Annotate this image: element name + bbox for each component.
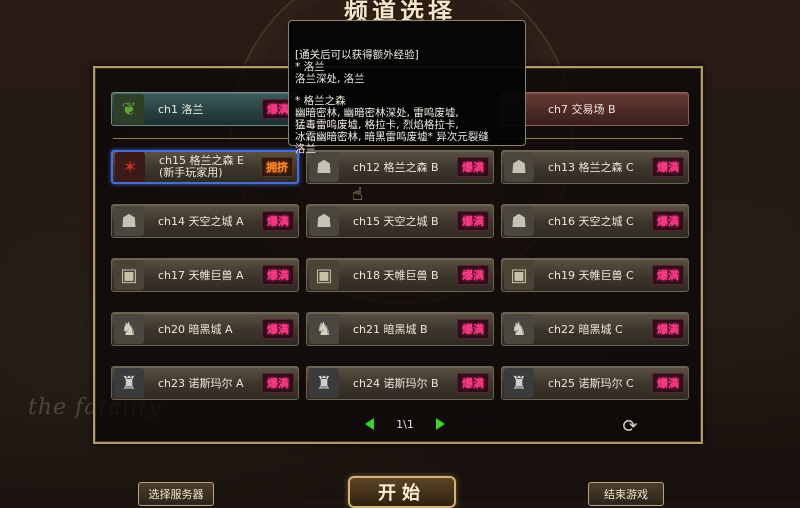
imp-icon: ✶: [115, 152, 145, 182]
tooltip-line: 幽暗密林, 幽暗密林深处, 雷鸣废墟,: [295, 107, 459, 119]
status-badge: 爆满: [652, 319, 684, 339]
channel-name: ch14 天空之城 A: [158, 215, 244, 228]
channel-label: ch15 天空之城 B: [339, 213, 457, 229]
channel-name: ch25 诺斯玛尔 C: [548, 377, 634, 390]
next-page-arrow-icon[interactable]: [435, 418, 445, 430]
status-badge: 爆满: [652, 157, 684, 177]
channel-label: ch7 交易场 B: [548, 103, 616, 116]
tooltip-line: * 格兰之森: [295, 95, 346, 107]
channel-name: ch20 暗黑城 A: [158, 323, 233, 336]
box-icon: ▣: [309, 260, 339, 290]
window-title: 频道选择: [344, 0, 456, 26]
quit-game-button[interactable]: 结束游戏: [588, 482, 664, 506]
status-badge: 爆满: [457, 319, 489, 339]
channel-button[interactable]: ☗ ch14 天空之城 A 爆满: [111, 204, 299, 238]
channel-label: ch1 洛兰: [158, 103, 204, 116]
channel-label: ch16 天空之城 C: [534, 213, 652, 229]
channel-name: ch22 暗黑城 C: [548, 323, 623, 336]
page-indicator: 1\1: [396, 417, 414, 431]
select-server-button[interactable]: 选择服务器: [138, 482, 214, 506]
channel-button[interactable]: ☗ ch16 天空之城 C 爆满: [501, 204, 689, 238]
tooltip-line: * 洛兰: [295, 61, 325, 73]
channel-label: ch22 暗黑城 C: [534, 321, 652, 337]
knight-icon: ♜: [309, 368, 339, 398]
knight-icon: ♜: [504, 368, 534, 398]
box-icon: ▣: [114, 260, 144, 290]
channel-label: ch25 诺斯玛尔 C: [534, 375, 652, 391]
status-badge: 爆满: [652, 265, 684, 285]
channel-label: ch24 诺斯玛尔 B: [339, 375, 457, 391]
tau-icon: ♞: [504, 314, 534, 344]
channel-button[interactable]: ♜ ch23 诺斯玛尔 A 爆满: [111, 366, 299, 400]
channel-name: ch23 诺斯玛尔 A: [158, 377, 244, 390]
channel-label: ch17 天帷巨兽 A: [144, 267, 262, 283]
channel-button[interactable]: ♜ ch24 诺斯玛尔 B 爆满: [306, 366, 494, 400]
tau-icon: ♞: [114, 314, 144, 344]
channel-label: ch20 暗黑城 A: [144, 321, 262, 337]
channel-button[interactable]: ▣ ch19 天帷巨兽 C 爆满: [501, 258, 689, 292]
mouse-cursor-icon: ☝: [352, 184, 363, 205]
channel-name: ch18 天帷巨兽 B: [353, 269, 439, 282]
channel-label: ch15 格兰之森 E (新手玩家用): [145, 155, 261, 179]
channel-name: ch19 天帷巨兽 C: [548, 269, 634, 282]
channel-button[interactable]: ✶ ch15 格兰之森 E (新手玩家用) 拥挤: [111, 150, 299, 184]
status-badge: 拥挤: [261, 157, 293, 177]
status-badge: 爆满: [457, 373, 489, 393]
status-badge: 爆满: [262, 373, 294, 393]
box-icon: ▣: [504, 260, 534, 290]
channel-subtitle: (新手玩家用): [159, 166, 223, 179]
channel-label: ch23 诺斯玛尔 A: [144, 375, 262, 391]
channel-label: ch21 暗黑城 B: [339, 321, 457, 337]
goblin-icon: ☗: [309, 206, 339, 236]
tooltip-line: [295, 85, 519, 95]
channel-button[interactable]: ☗ ch13 格兰之森 C 爆满: [501, 150, 689, 184]
status-badge: 爆满: [262, 319, 294, 339]
status-badge: 爆满: [652, 211, 684, 231]
status-badge: 爆满: [457, 265, 489, 285]
pager: 1\1: [365, 414, 445, 434]
channel-button[interactable]: ♜ ch25 诺斯玛尔 C 爆满: [501, 366, 689, 400]
channel-label: ch14 天空之城 A: [144, 213, 262, 229]
knight-icon: ♜: [114, 368, 144, 398]
channel-button[interactable]: ♞ ch20 暗黑城 A 爆满: [111, 312, 299, 346]
goblin-icon: ☗: [504, 206, 534, 236]
status-badge: 爆满: [652, 373, 684, 393]
tau-icon: ♞: [309, 314, 339, 344]
status-badge: 爆满: [457, 211, 489, 231]
channel-label: ch18 天帷巨兽 B: [339, 267, 457, 283]
channel-label: ch19 天帷巨兽 C: [534, 267, 652, 283]
channel-name: ch13 格兰之森 C: [548, 161, 634, 174]
tooltip-line: 冰霜幽暗密林, 暗黑雷鸣废墟* 异次元裂缝: [295, 131, 489, 143]
channel-button[interactable]: ☗ ch15 天空之城 B 爆满: [306, 204, 494, 238]
channel-name: ch17 天帷巨兽 A: [158, 269, 244, 282]
channel-name: ch24 诺斯玛尔 B: [353, 377, 439, 390]
channel-button[interactable]: ▣ ch18 天帷巨兽 B 爆满: [306, 258, 494, 292]
goblin-icon: ☗: [114, 206, 144, 236]
tooltip-lines: [通关后可以获得额外经验] * 洛兰 洛兰深处, 洛兰 * 格兰之森 幽暗密林, 幽暗密…: [295, 49, 519, 155]
channel-button[interactable]: ♞ ch22 暗黑城 C 爆满: [501, 312, 689, 346]
channel-name: ch15 天空之城 B: [353, 215, 439, 228]
channel-button[interactable]: ♞ ch21 暗黑城 B 爆满: [306, 312, 494, 346]
channel-button-ch7[interactable]: ch7 交易场 B: [501, 92, 689, 126]
tooltip-line: 洛兰: [295, 143, 316, 155]
leaf-icon: ❦: [114, 94, 144, 124]
start-button[interactable]: 开始: [348, 476, 456, 508]
status-badge: 爆满: [262, 265, 294, 285]
tooltip-line: 洛兰深处, 洛兰: [295, 73, 365, 85]
tooltip-line: 猛毒雷鸣废墟, 格拉卡, 烈焰格拉卡,: [295, 119, 459, 131]
channel-tooltip: [通关后可以获得额外经验] * 洛兰 洛兰深处, 洛兰 * 格兰之森 幽暗密林, 幽暗密…: [288, 20, 526, 155]
refresh-icon[interactable]: ⟳: [621, 418, 639, 436]
tooltip-line: [通关后可以获得额外经验]: [295, 49, 419, 61]
channel-button-ch1[interactable]: ❦ ch1 洛兰 爆满: [111, 92, 299, 126]
channel-name: ch16 天空之城 C: [548, 215, 634, 228]
channel-label: ch13 格兰之森 C: [534, 159, 652, 175]
channel-button[interactable]: ▣ ch17 天帷巨兽 A 爆满: [111, 258, 299, 292]
status-badge: 爆满: [262, 211, 294, 231]
prev-page-arrow-icon[interactable]: [365, 418, 374, 430]
channel-name: ch21 暗黑城 B: [353, 323, 428, 336]
